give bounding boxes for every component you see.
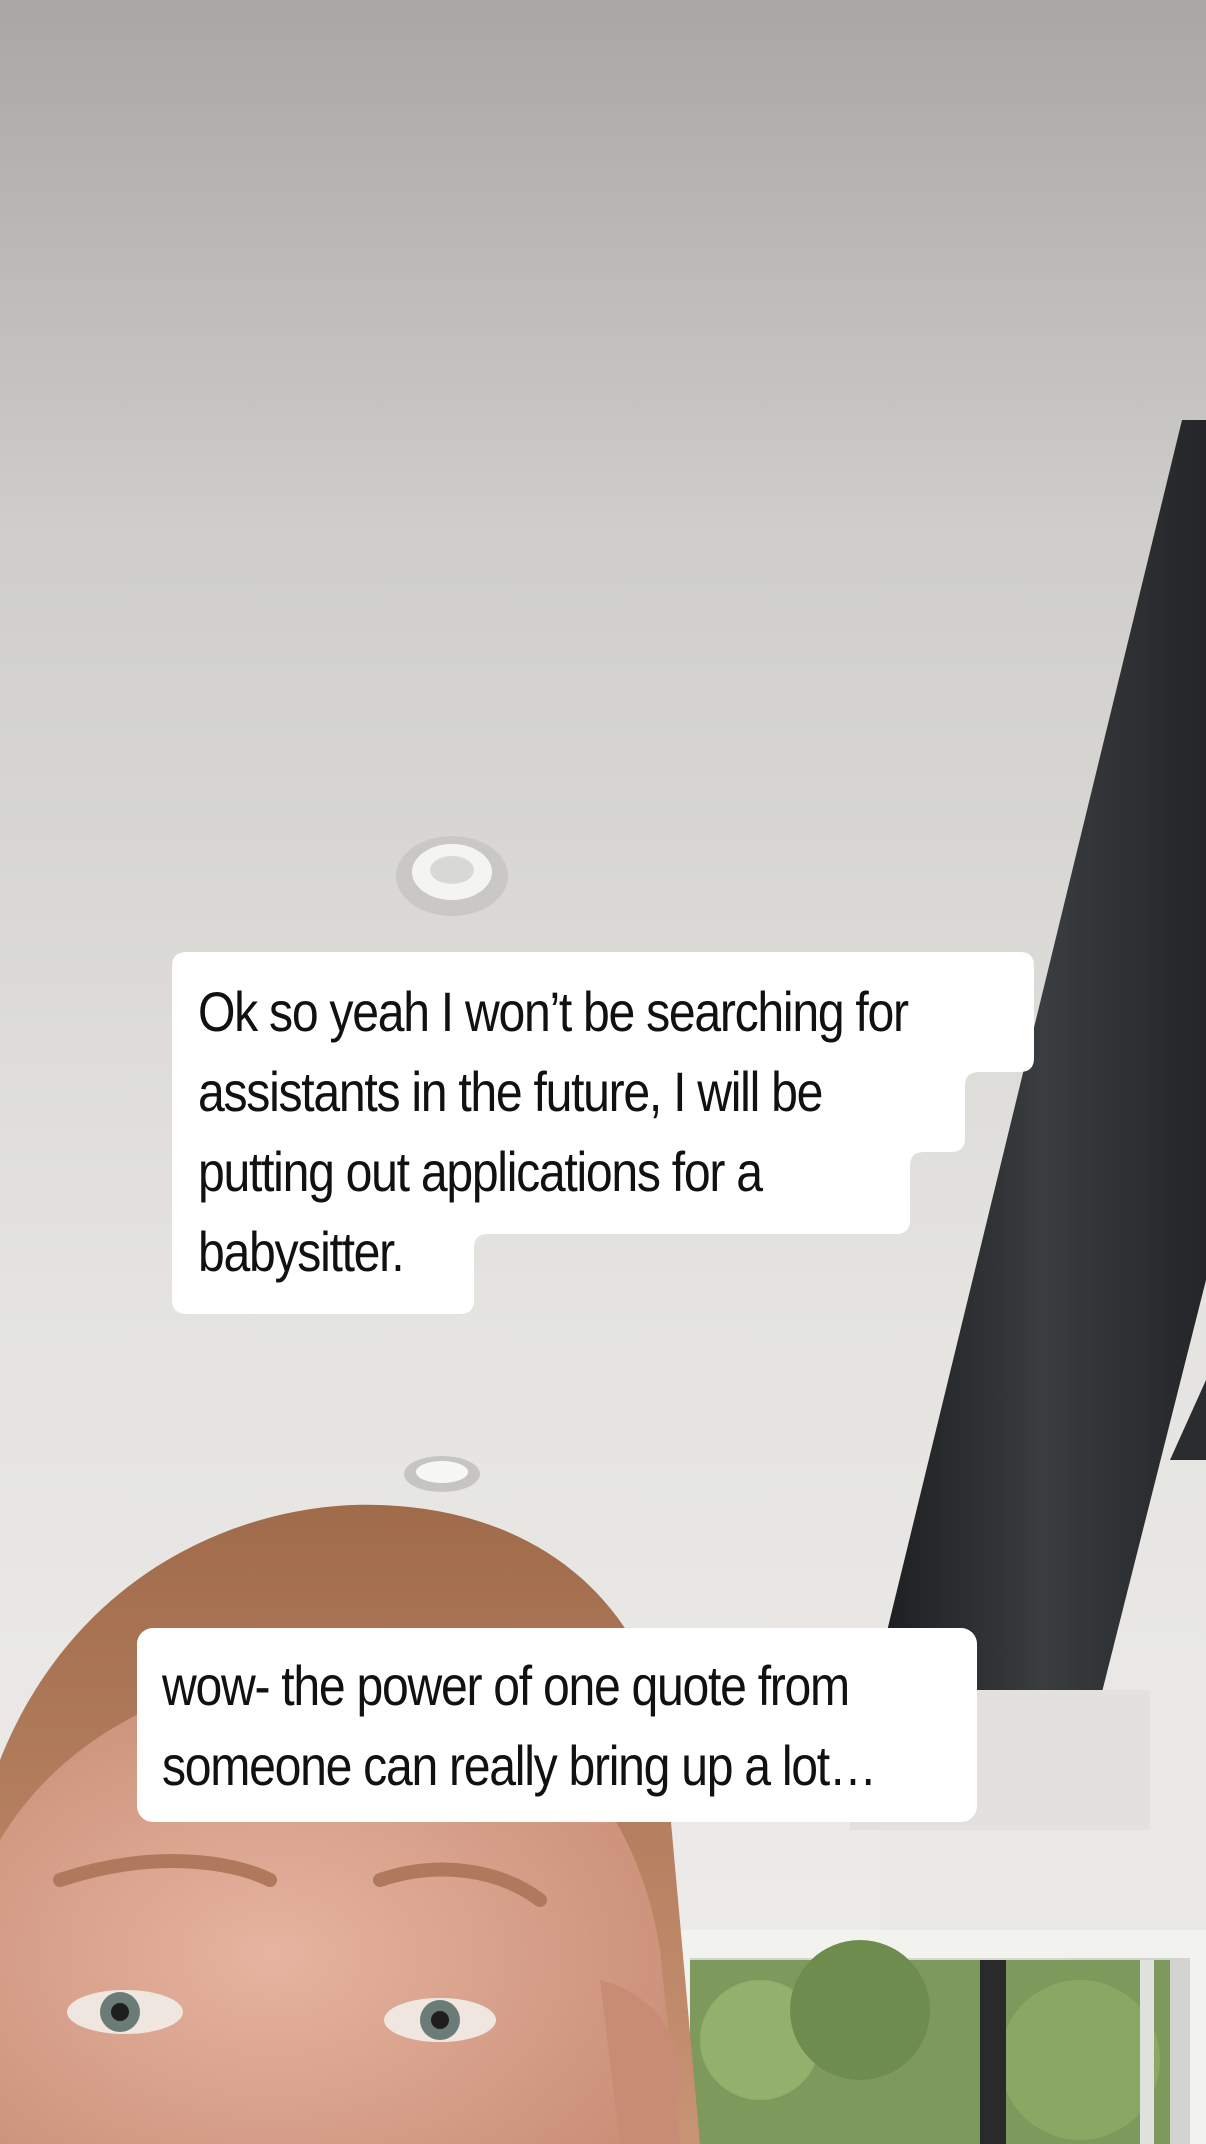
window [680,1930,1206,2144]
eye [384,1998,496,2042]
eye [67,1990,183,2034]
ceiling-light [404,1456,480,1492]
ceiling-light [396,836,508,916]
background-photo [0,0,1206,2144]
